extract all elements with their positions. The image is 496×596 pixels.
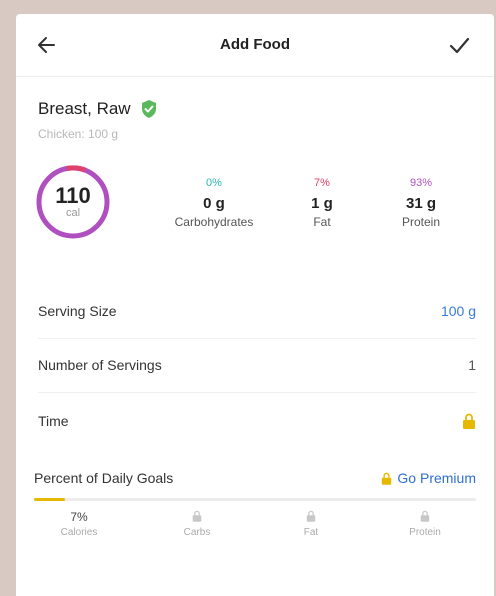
macro-summary: 110 cal 0% 0 g Carbohydrates 7% 1 g Fat … — [16, 155, 494, 265]
checkmark-icon[interactable] — [446, 32, 472, 58]
goal-calories-value: 7% — [70, 510, 88, 524]
page-title: Add Food — [220, 36, 290, 53]
lock-icon — [420, 510, 430, 522]
lock-icon[interactable] — [462, 413, 476, 429]
carbs-percent: 0% — [206, 177, 222, 189]
macro-carbs: 0% 0 g Carbohydrates — [164, 177, 264, 229]
calorie-value: 110 — [55, 183, 91, 208]
daily-goals-label: Percent of Daily Goals — [34, 470, 174, 486]
serving-size-row[interactable]: Serving Size 100 g — [38, 284, 476, 339]
serving-size-label: Serving Size — [38, 303, 117, 319]
calorie-unit: cal — [65, 207, 81, 219]
servings-row[interactable]: Number of Servings 1 — [38, 338, 476, 393]
protein-percent: 93% — [409, 177, 433, 189]
daily-goals-header: Percent of Daily Goals Go Premium — [34, 464, 476, 492]
daily-goal-breakdown: 7% Calories Carbs Fat Protein — [16, 510, 494, 550]
daily-goal-progress-bar — [34, 498, 476, 501]
goal-calories-label: Calories — [60, 527, 98, 538]
daily-goal-progress-fill — [34, 498, 65, 501]
protein-grams: 31 g — [405, 195, 436, 212]
app-screen: Add Food Breast, Raw Chicken: 100 g 110 … — [16, 14, 494, 596]
food-header: Breast, Raw Chicken: 100 g — [16, 77, 494, 141]
lock-icon — [382, 472, 392, 485]
food-subtitle: Chicken: 100 g — [38, 127, 119, 141]
goal-carbs: Carbs — [142, 510, 252, 538]
goal-calories: 7% Calories — [24, 510, 134, 538]
food-name: Breast, Raw — [38, 99, 131, 118]
macro-protein: 93% 31 g Protein — [371, 177, 471, 229]
fat-grams: 1 g — [311, 195, 333, 212]
time-row[interactable]: Time — [38, 394, 476, 448]
goal-protein-label: Protein — [409, 527, 441, 538]
calorie-total: 110 cal — [34, 183, 112, 220]
goal-fat: Fat — [256, 510, 366, 538]
fat-label: Fat — [313, 215, 331, 229]
protein-label: Protein — [401, 215, 441, 229]
carbs-label: Carbohydrates — [174, 215, 254, 229]
time-label: Time — [38, 413, 69, 429]
top-bar: Add Food — [16, 14, 494, 77]
macro-fat: 7% 1 g Fat — [272, 177, 372, 229]
verified-check-icon — [141, 100, 156, 118]
servings-value[interactable]: 1 — [468, 357, 476, 373]
go-premium-button[interactable]: Go Premium — [381, 470, 476, 486]
servings-label: Number of Servings — [38, 357, 162, 373]
carbs-grams: 0 g — [203, 195, 225, 212]
go-premium-label: Go Premium — [397, 470, 476, 486]
goal-fat-label: Fat — [303, 527, 319, 538]
serving-size-value[interactable]: 100 g — [441, 303, 476, 319]
fat-percent: 7% — [314, 177, 330, 189]
goal-protein: Protein — [370, 510, 480, 538]
lock-icon — [192, 510, 202, 522]
lock-icon — [306, 510, 316, 522]
goal-carbs-label: Carbs — [183, 527, 211, 538]
